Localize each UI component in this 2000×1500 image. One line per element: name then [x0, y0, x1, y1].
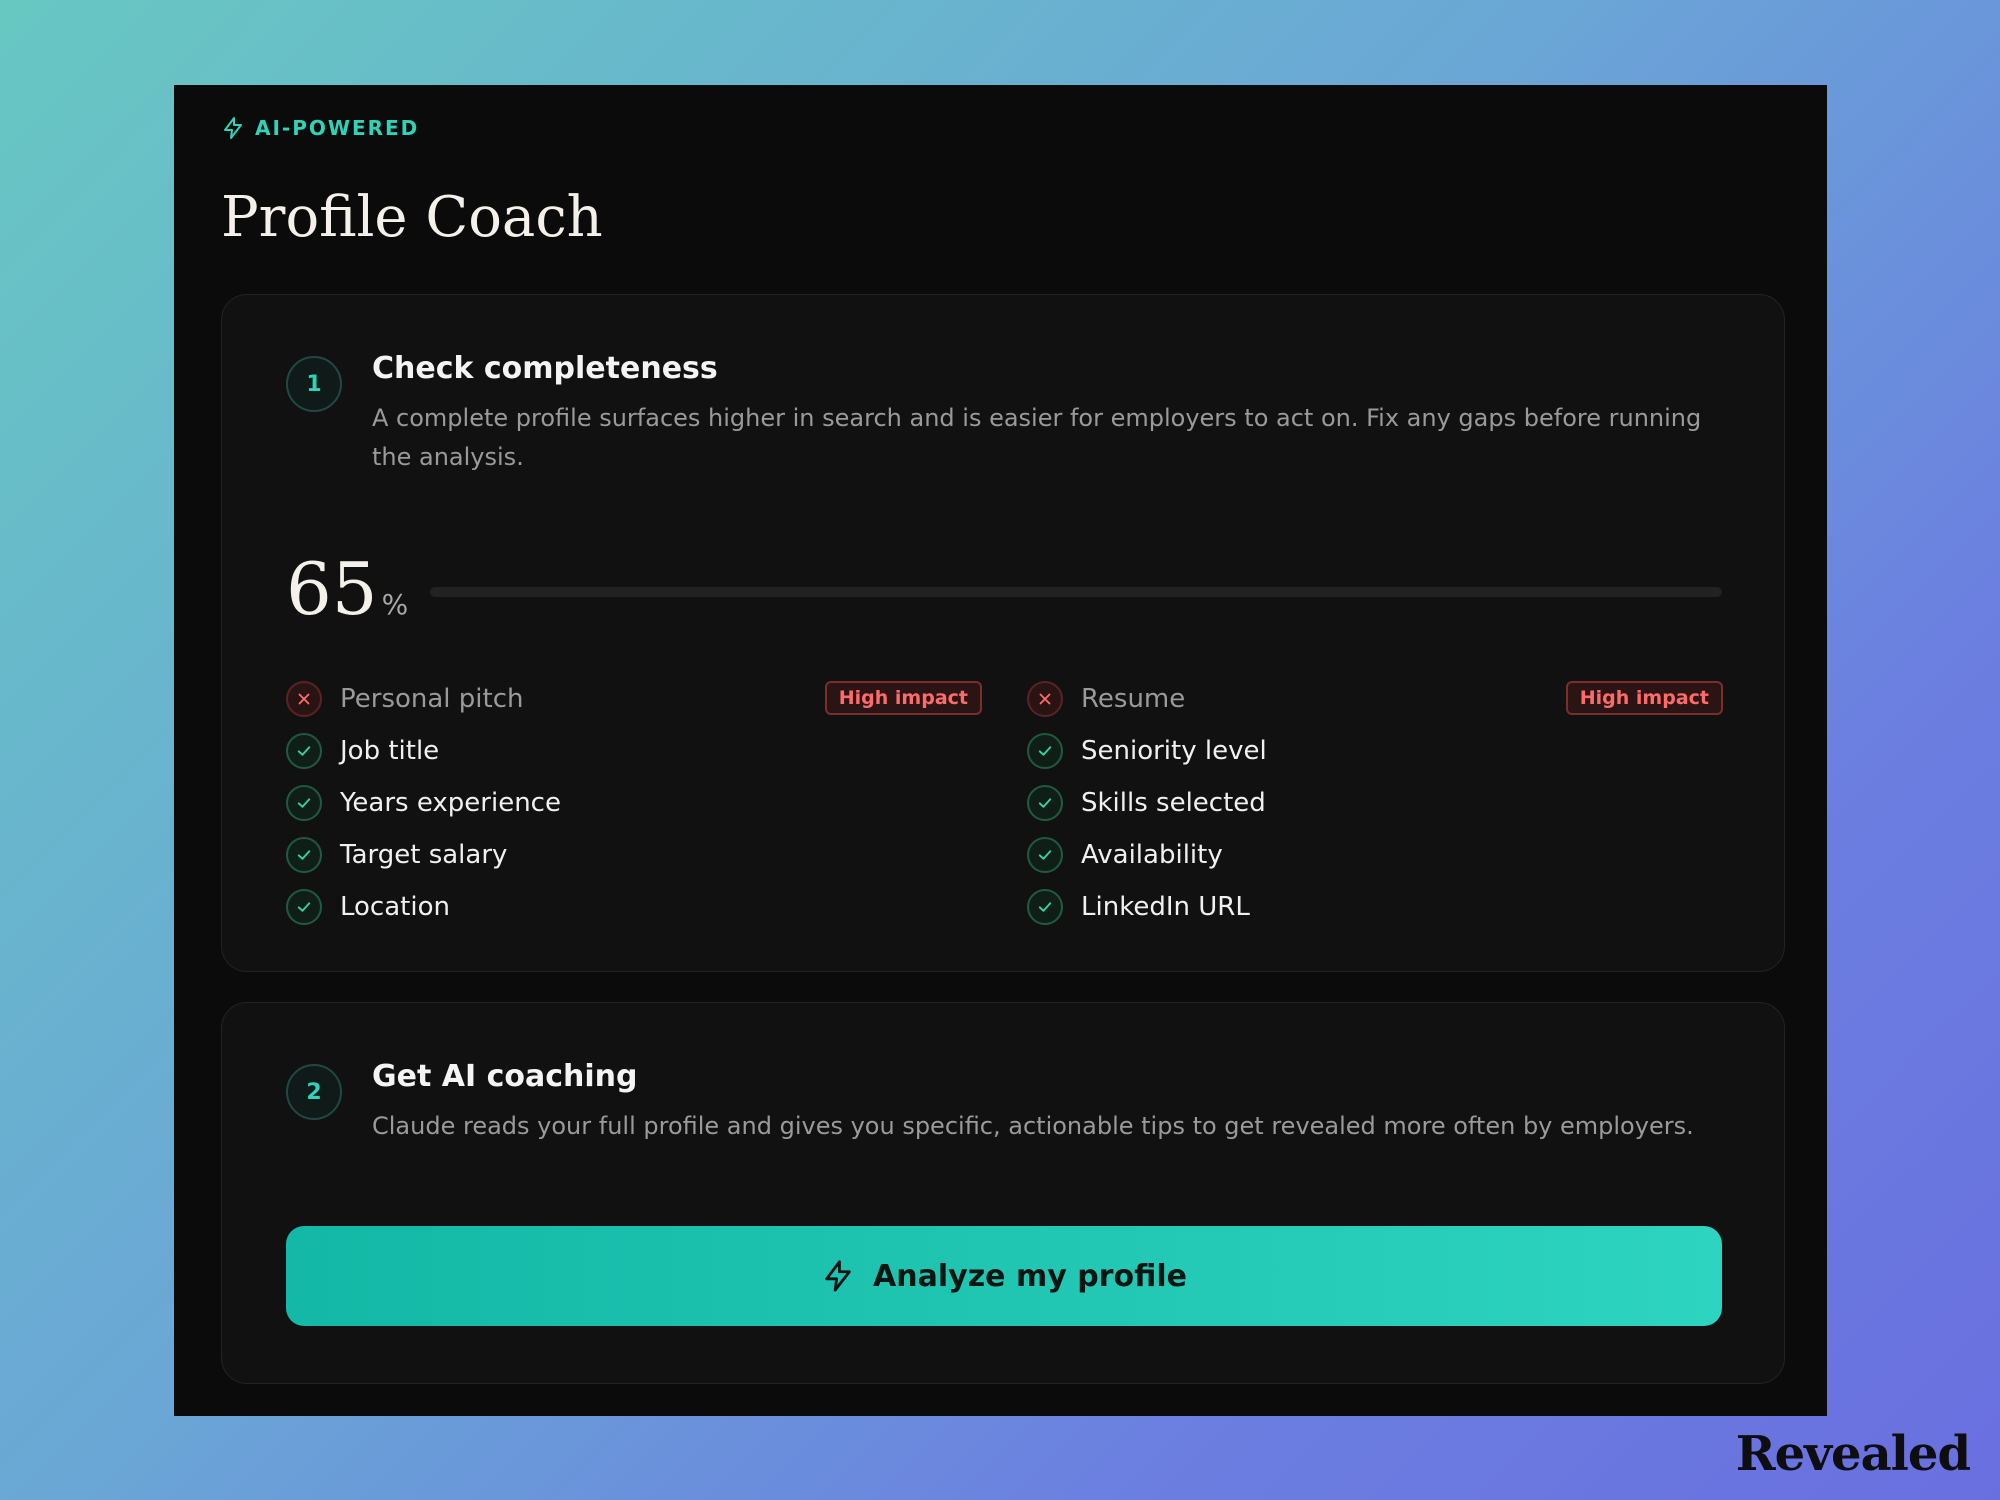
page-title: Profile Coach — [221, 185, 603, 250]
checklist-item[interactable]: Personal pitch High impact — [286, 673, 982, 725]
step-description: A complete profile surfaces higher in se… — [372, 404, 1702, 471]
analyze-profile-button[interactable]: Analyze my profile — [286, 1226, 1722, 1326]
checklist-item-label: Resume — [1081, 684, 1186, 714]
checklist-item-label: LinkedIn URL — [1081, 892, 1250, 922]
checklist-item[interactable]: Resume High impact — [1027, 673, 1723, 725]
completeness-unit: % — [381, 588, 409, 621]
progress-fill — [430, 587, 1270, 597]
analyze-button-label: Analyze my profile — [873, 1258, 1187, 1294]
checklist-item-label: Years experience — [340, 788, 561, 818]
checklist-item-label: Personal pitch — [340, 684, 524, 714]
profile-coach-panel: AI-POWERED Profile Coach 1 Check complet… — [174, 85, 1827, 1416]
x-icon — [286, 681, 322, 717]
completeness-percent: 65 % — [286, 553, 408, 625]
checklist-left: Personal pitch High impact Job title Years … — [286, 673, 982, 933]
bolt-icon — [825, 1260, 851, 1292]
checklist-item: Target salary — [286, 829, 982, 881]
checklist-item: Location — [286, 881, 982, 933]
check-icon — [1027, 837, 1063, 873]
check-icon — [1027, 785, 1063, 821]
checklist-item: Years experience — [286, 777, 982, 829]
checklist-item-label: Location — [340, 892, 450, 922]
checklist-item: Seniority level — [1027, 725, 1723, 777]
check-icon — [1027, 889, 1063, 925]
brand-logo: Revealed — [1735, 1426, 1971, 1482]
step-title: Check completeness — [372, 351, 718, 386]
completeness-card: 1 Check completeness A complete profile … — [221, 294, 1785, 972]
check-icon — [286, 785, 322, 821]
completeness-value: 65 — [286, 547, 378, 631]
step-number: 2 — [286, 1064, 342, 1120]
step-description: Claude reads your full profile and gives… — [372, 1112, 1694, 1140]
checklist-item-label: Seniority level — [1081, 736, 1267, 766]
badge-label: AI-POWERED — [255, 116, 420, 140]
checklist-item: Availability — [1027, 829, 1723, 881]
checklist-item: LinkedIn URL — [1027, 881, 1723, 933]
check-icon — [286, 889, 322, 925]
x-icon — [1027, 681, 1063, 717]
checklist-right: Resume High impact Seniority level Skills s… — [1027, 673, 1723, 933]
check-icon — [286, 837, 322, 873]
checklist-item-label: Skills selected — [1081, 788, 1266, 818]
checklist-item-label: Availability — [1081, 840, 1223, 870]
high-impact-badge: High impact — [1565, 681, 1723, 715]
checklist-item: Job title — [286, 725, 982, 777]
high-impact-badge: High impact — [824, 681, 982, 715]
checklist-item-label: Job title — [340, 736, 440, 766]
coaching-card: 2 Get AI coaching Claude reads your full… — [221, 1002, 1785, 1384]
check-icon — [1027, 733, 1063, 769]
bolt-icon — [224, 117, 242, 139]
check-icon — [286, 733, 322, 769]
ai-powered-badge: AI-POWERED — [221, 116, 419, 140]
completeness-progress-bar — [430, 587, 1722, 597]
step-number: 1 — [286, 356, 342, 412]
checklist-item: Skills selected — [1027, 777, 1723, 829]
step-title: Get AI coaching — [372, 1059, 638, 1094]
checklist-item-label: Target salary — [340, 840, 508, 870]
